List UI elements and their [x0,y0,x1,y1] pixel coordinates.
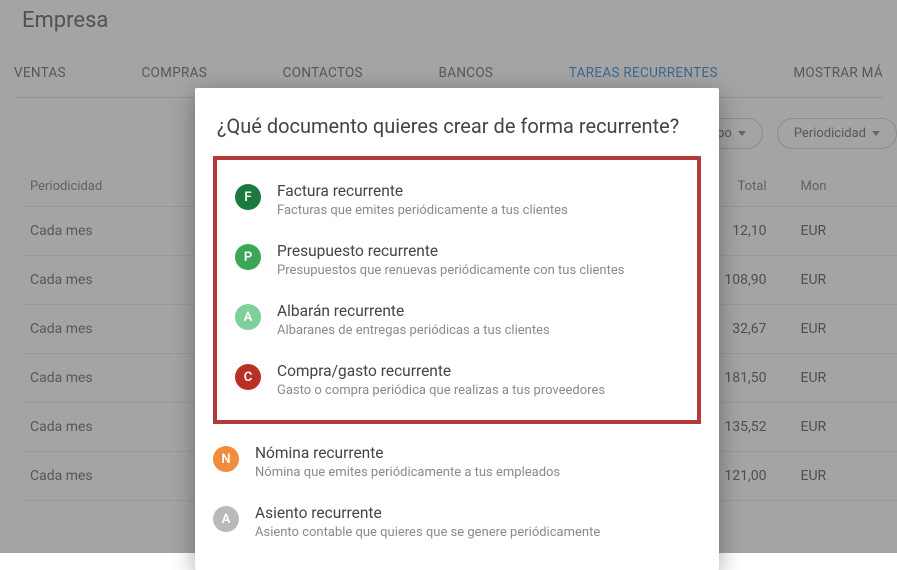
option-factura-recurrente[interactable]: F Factura recurrente Facturas que emites p… [217,170,697,230]
option-desc: Presupuestos que renuevas periódicamente… [277,263,679,278]
option-asiento-recurrente[interactable]: A Asiento recurrente Asiento contable que … [195,492,719,552]
option-nómina-recurrente[interactable]: N Nómina recurrente Nómina que emites peri… [195,432,719,492]
avatar-letter-icon: P [235,244,261,270]
option-desc: Albaranes de entregas periódicas a tus c… [277,323,679,338]
option-label: Albarán recurrente [277,302,679,320]
modal-title: ¿Qué documento quieres crear de forma re… [195,108,719,156]
avatar-letter-icon: N [213,446,239,472]
option-desc: Gasto o compra periódica que realizas a … [277,383,679,398]
option-albarán-recurrente[interactable]: A Albarán recurrente Albaranes de entregas… [217,290,697,350]
option-presupuesto-recurrente[interactable]: P Presupuesto recurrente Presupuestos que … [217,230,697,290]
option-desc: Asiento contable que quieres que se gene… [255,525,701,540]
option-label: Asiento recurrente [255,504,701,522]
avatar-letter-icon: A [235,304,261,330]
create-recurring-modal: ¿Qué documento quieres crear de forma re… [195,88,719,570]
option-compra-gasto-recurrente[interactable]: C Compra/gasto recurrente Gasto o compra p… [217,350,697,410]
highlight-box: F Factura recurrente Facturas que emites p… [213,156,701,424]
option-label: Factura recurrente [277,182,679,200]
option-label: Compra/gasto recurrente [277,362,679,380]
option-desc: Nómina que emites periódicamente a tus e… [255,465,701,480]
option-label: Nómina recurrente [255,444,701,462]
avatar-letter-icon: A [213,506,239,532]
option-desc: Facturas que emites periódicamente a tus… [277,203,679,218]
avatar-letter-icon: C [235,364,261,390]
avatar-letter-icon: F [235,184,261,210]
option-label: Presupuesto recurrente [277,242,679,260]
